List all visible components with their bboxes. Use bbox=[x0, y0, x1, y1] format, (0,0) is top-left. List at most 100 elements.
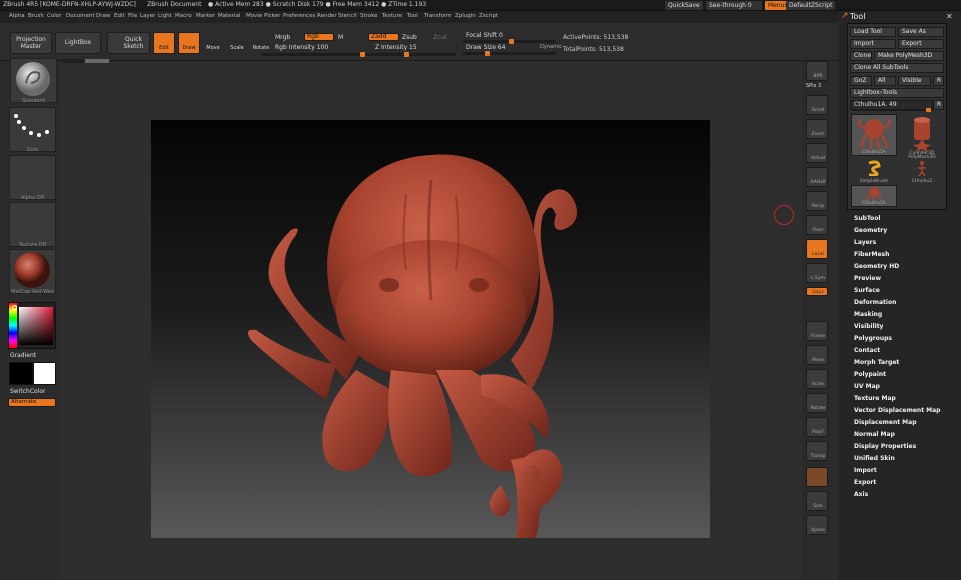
menu-tool[interactable]: Tool bbox=[407, 13, 418, 19]
menu-displacement-map[interactable]: Displacement Map bbox=[854, 419, 917, 426]
focal-shift-slider[interactable] bbox=[463, 39, 556, 44]
menu-vector-displacement-map[interactable]: Vector Displacement Map bbox=[854, 407, 940, 414]
menu-zscript[interactable]: Zscript bbox=[479, 13, 498, 19]
import-tool-button[interactable]: Import bbox=[850, 39, 896, 49]
menu-polypaint[interactable]: Polypaint bbox=[854, 371, 886, 378]
menu-edit[interactable]: Edit bbox=[114, 13, 125, 19]
menu-stencil[interactable]: Stencil bbox=[338, 13, 357, 19]
menu-light[interactable]: Light bbox=[158, 13, 172, 19]
gxyz-button[interactable]: Gxyz bbox=[806, 287, 828, 296]
lightbox-tools-button[interactable]: Lightbox›Tools bbox=[850, 88, 944, 98]
menu-subtool[interactable]: SubTool bbox=[854, 215, 880, 222]
texture-thumbnail[interactable]: Texture Off bbox=[9, 202, 56, 248]
scroll-button[interactable]: Scroll bbox=[806, 95, 828, 115]
draw-size-slider[interactable] bbox=[463, 51, 556, 56]
menu-fibermesh[interactable]: FiberMesh bbox=[854, 251, 889, 258]
goz-r-button[interactable]: R bbox=[933, 76, 944, 86]
dynamic-toggle[interactable]: Dynamic bbox=[540, 44, 562, 50]
brush-thumbnail[interactable]: Standard bbox=[10, 58, 57, 104]
tool-thumb-cthulhu2[interactable]: Cthulhu2 bbox=[899, 160, 945, 184]
menu-export[interactable]: Export bbox=[854, 479, 876, 486]
clone-button[interactable]: Clone bbox=[850, 51, 872, 61]
menu-brush[interactable]: Brush bbox=[28, 13, 44, 19]
secondary-color-swatch[interactable] bbox=[33, 362, 56, 385]
zcut-button[interactable]: Zcut bbox=[433, 34, 447, 41]
color-picker[interactable] bbox=[8, 302, 56, 349]
frame-button[interactable]: Frame bbox=[806, 321, 828, 341]
menu-masking[interactable]: Masking bbox=[854, 311, 882, 318]
quick-sketch-button[interactable]: Quick Sketch bbox=[107, 32, 150, 54]
zadd-button[interactable]: Zadd bbox=[368, 33, 399, 41]
alternate-button[interactable]: Alternate bbox=[8, 398, 56, 407]
document-canvas[interactable] bbox=[151, 120, 710, 538]
menu-alpha[interactable]: Alpha bbox=[9, 13, 25, 19]
menu-material[interactable]: Material bbox=[218, 13, 240, 19]
menu-deformation[interactable]: Deformation bbox=[854, 299, 896, 306]
spix-label[interactable]: SPix 3 bbox=[806, 83, 821, 89]
gradient-label[interactable]: Gradient bbox=[10, 352, 36, 359]
floor-button[interactable]: Floor bbox=[806, 215, 828, 235]
save-as-button[interactable]: Save As bbox=[898, 27, 944, 37]
scale-button[interactable]: Scale bbox=[227, 32, 247, 54]
edit-button[interactable]: Edit bbox=[153, 32, 175, 54]
transp-button[interactable]: Transp bbox=[806, 441, 828, 461]
xpose-button[interactable]: Xpose bbox=[806, 515, 828, 535]
ghost-button[interactable] bbox=[806, 467, 828, 487]
material-thumbnail[interactable]: MatCap Red Wax bbox=[9, 249, 56, 295]
persp-button[interactable]: Persp bbox=[806, 191, 828, 211]
menu-document[interactable]: Document bbox=[66, 13, 95, 19]
menu-morph-target[interactable]: Morph Target bbox=[854, 359, 899, 366]
menu-preview[interactable]: Preview bbox=[854, 275, 881, 282]
mrgb-button[interactable]: Mrgb bbox=[275, 34, 290, 41]
menu-preferences[interactable]: Preferences bbox=[283, 13, 315, 19]
rotate-button[interactable]: Rotate bbox=[251, 32, 271, 54]
menu-marker[interactable]: Marker bbox=[196, 13, 215, 19]
menu-macro[interactable]: Macro bbox=[175, 13, 192, 19]
polyf-button[interactable]: PolyF bbox=[806, 417, 828, 437]
aahalf-button[interactable]: AAHalf bbox=[806, 167, 828, 187]
menu-geometry[interactable]: Geometry bbox=[854, 227, 887, 234]
menu-surface[interactable]: Surface bbox=[854, 287, 880, 294]
tool-thumb-cthulhu[interactable]: Cthulhu1A bbox=[851, 114, 897, 156]
make-polymesh-button[interactable]: Make PolyMesh3D bbox=[874, 51, 944, 61]
menu-render[interactable]: Render bbox=[317, 13, 337, 19]
load-tool-button[interactable]: Load Tool bbox=[850, 27, 896, 37]
clone-all-subtools-button[interactable]: Clone All SubTools bbox=[850, 63, 944, 73]
menu-transform[interactable]: Transform bbox=[424, 13, 451, 19]
move-button[interactable]: Move bbox=[203, 32, 223, 54]
switchcolor-button[interactable]: SwitchColor bbox=[10, 388, 46, 395]
menu-draw[interactable]: Draw bbox=[96, 13, 110, 19]
menu-layer[interactable]: Layer bbox=[140, 13, 155, 19]
menu-stroke[interactable]: Stroke bbox=[360, 13, 378, 19]
menu-polygroups[interactable]: Polygroups bbox=[854, 335, 892, 342]
menu-axis[interactable]: Axis bbox=[854, 491, 868, 498]
rotate-view-button[interactable]: Rotate bbox=[806, 393, 828, 413]
quicksave-button[interactable]: QuickSave bbox=[665, 1, 703, 10]
projection-master-button[interactable]: Projection Master bbox=[10, 32, 52, 54]
zsub-button[interactable]: Zsub bbox=[402, 34, 417, 41]
menu-geometry-hd[interactable]: Geometry HD bbox=[854, 263, 899, 270]
menu-file[interactable]: File bbox=[128, 13, 137, 19]
export-tool-button[interactable]: Export bbox=[898, 39, 944, 49]
menu-uv-map[interactable]: UV Map bbox=[854, 383, 880, 390]
alpha-thumbnail[interactable]: Alpha Off bbox=[9, 155, 56, 201]
tool-thumb-cthulhu-small[interactable]: Cthulhu1A bbox=[851, 185, 897, 207]
saturation-value-square[interactable] bbox=[19, 307, 53, 345]
menu-zplugin[interactable]: Zplugin bbox=[455, 13, 476, 19]
menu-normal-map[interactable]: Normal Map bbox=[854, 431, 895, 438]
goz-visible-button[interactable]: Visible bbox=[898, 76, 931, 86]
rgb-button[interactable]: Rgb bbox=[304, 33, 334, 41]
actual-button[interactable]: Actual bbox=[806, 143, 828, 163]
rgb-intensity-slider[interactable] bbox=[262, 52, 366, 57]
solo-button[interactable]: Solo bbox=[806, 491, 828, 511]
see-through-slider[interactable]: See-through 0 bbox=[706, 1, 762, 10]
m-button[interactable]: M bbox=[338, 34, 343, 41]
goz-button[interactable]: GoZ bbox=[850, 76, 872, 86]
z-intensity-slider[interactable] bbox=[366, 52, 456, 57]
menu-display-properties[interactable]: Display Properties bbox=[854, 443, 916, 450]
main-color-swatch[interactable] bbox=[9, 362, 33, 385]
lightbox-button[interactable]: LightBox bbox=[55, 32, 101, 54]
menu-picker[interactable]: Picker bbox=[264, 13, 280, 19]
current-tool-r-button[interactable]: R bbox=[933, 100, 944, 110]
bpr-button[interactable]: BPR bbox=[806, 61, 828, 81]
